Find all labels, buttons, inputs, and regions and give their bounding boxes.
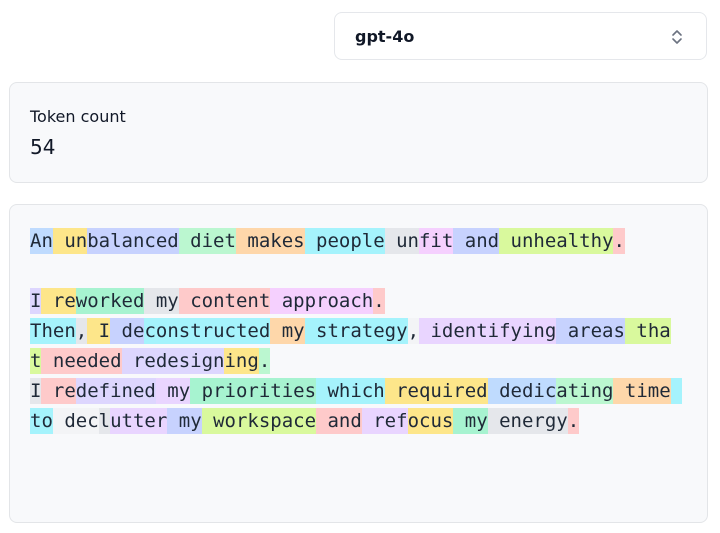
token: strategy	[304, 318, 408, 344]
token: dec	[52, 408, 99, 434]
token: I	[30, 378, 42, 404]
token: ing	[224, 348, 259, 374]
token: my	[270, 318, 305, 344]
token: unhealthy	[499, 228, 614, 254]
token: my	[167, 408, 202, 434]
token: areas	[556, 318, 625, 344]
token: .	[258, 348, 271, 374]
tokenized-text-card: An unbalanced diet makes people unfit an…	[9, 204, 708, 523]
token: Then	[30, 318, 76, 344]
token: priorities	[190, 378, 317, 404]
token: fit	[418, 228, 454, 254]
token: defined	[75, 378, 156, 404]
chevron-up-down-icon	[672, 30, 682, 44]
token: ,	[75, 318, 88, 344]
token: I	[30, 288, 42, 314]
token: ating	[556, 378, 614, 404]
token: workspace	[201, 408, 317, 434]
token: utter	[110, 408, 168, 434]
token: ref	[361, 408, 408, 434]
token: worked	[75, 288, 145, 314]
token: diet	[178, 228, 236, 254]
token: .	[613, 228, 625, 254]
token: identifying	[419, 318, 557, 344]
token-count-value: 54	[30, 135, 56, 159]
token: balanced	[87, 228, 179, 254]
token: needed	[41, 348, 122, 374]
token: required	[384, 378, 488, 404]
token: redesign	[121, 348, 225, 374]
token: ocus	[407, 408, 454, 434]
token: ,	[407, 318, 420, 344]
token: content	[178, 288, 271, 314]
token: people	[304, 228, 385, 254]
token: and	[453, 228, 500, 254]
model-select-value: gpt-4o	[355, 26, 415, 46]
token: approach	[270, 288, 374, 314]
token: which	[316, 378, 385, 404]
token: constructed	[144, 318, 271, 344]
token: un	[52, 228, 88, 254]
token: un	[384, 228, 419, 254]
token: re	[41, 378, 76, 404]
token-count-card: Token count 54	[9, 82, 708, 183]
token: I	[87, 318, 111, 344]
tokenized-text: An unbalanced diet makes people unfit an…	[30, 226, 683, 436]
token: l	[98, 408, 111, 434]
token: re	[41, 288, 76, 314]
token: energy	[487, 408, 568, 434]
token: de	[110, 318, 145, 344]
token: dedic	[487, 378, 557, 404]
token: .	[373, 288, 385, 314]
token: my	[144, 288, 179, 314]
token: .	[567, 408, 580, 434]
model-select[interactable]: gpt-4o	[334, 12, 707, 60]
token: and	[316, 408, 362, 434]
token: makes	[235, 228, 305, 254]
token: An	[30, 228, 53, 254]
token: time	[613, 378, 671, 404]
token: my	[453, 408, 488, 434]
token-count-label: Token count	[30, 107, 126, 126]
token: my	[155, 378, 191, 404]
